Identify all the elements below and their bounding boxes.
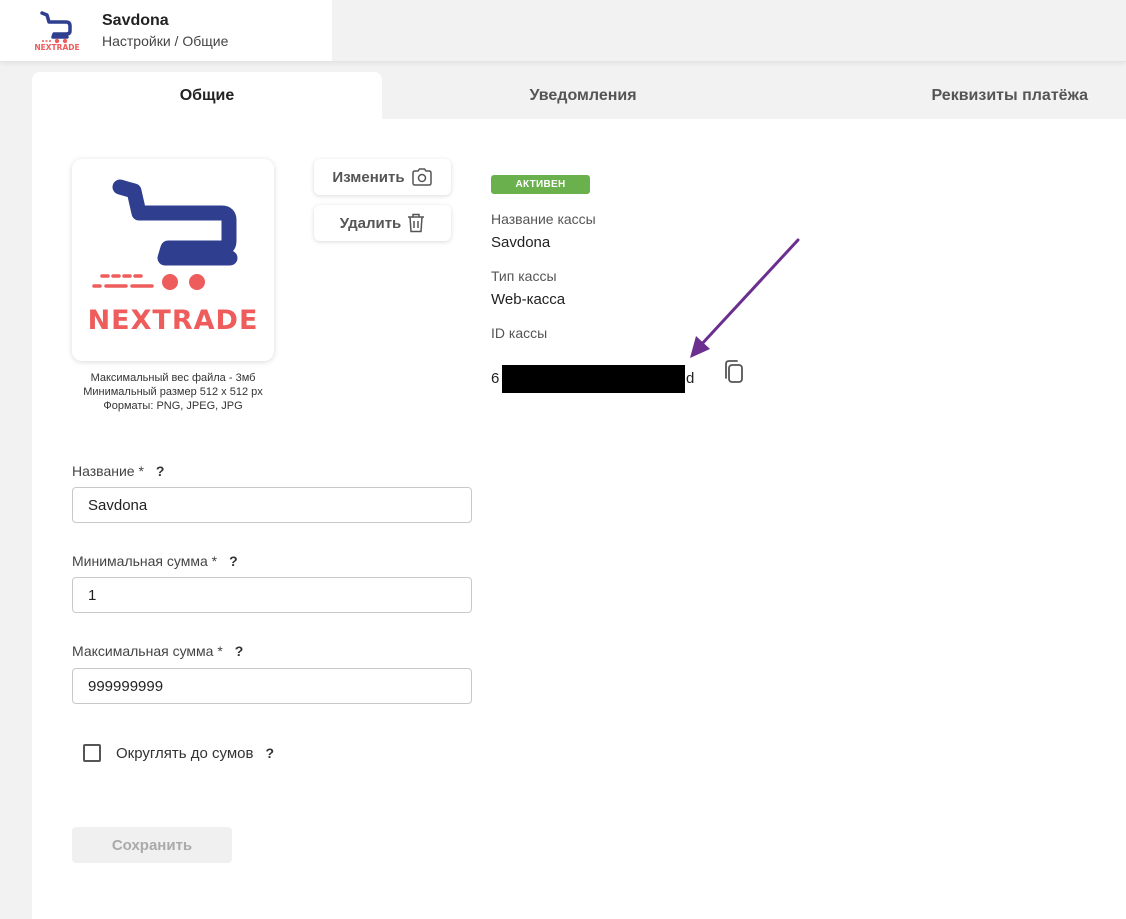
name-input[interactable] bbox=[72, 487, 472, 523]
register-id-value: 6 d bbox=[491, 365, 711, 393]
hint-min-dimensions: Минимальный размер 512 x 512 px bbox=[83, 386, 263, 398]
tab-payment-details[interactable]: Реквизиты платёжа bbox=[784, 72, 1126, 119]
file-requirements: Максимальный вес файла - 3мб Минимальный… bbox=[72, 371, 274, 413]
register-id-end: d bbox=[686, 370, 695, 387]
register-type-value: Web-касса bbox=[491, 291, 566, 308]
tab-notifications[interactable]: Уведомления bbox=[382, 72, 784, 119]
settings-panel: NEXTRADE Максимальный вес файла - 3мб Ми… bbox=[32, 119, 1126, 919]
settings-tabs: Общие Уведомления Реквизиты платёжа bbox=[32, 72, 1126, 119]
min-sum-label-text: Минимальная сумма * bbox=[72, 553, 218, 569]
header-brand-area: NEXTRADE Savdona Настройки / Общие bbox=[0, 0, 332, 61]
round-checkbox[interactable] bbox=[83, 744, 101, 762]
annotation-arrow bbox=[690, 238, 800, 358]
logo-preview: NEXTRADE bbox=[72, 159, 274, 361]
save-button[interactable]: Сохранить bbox=[72, 827, 232, 863]
round-checkbox-label[interactable]: Округлять до сумов bbox=[116, 745, 254, 762]
register-name-label: Название кассы bbox=[491, 211, 596, 227]
min-sum-input[interactable] bbox=[72, 577, 472, 613]
register-name-value: Savdona bbox=[491, 234, 551, 251]
hint-max-size: Максимальный вес файла - 3мб bbox=[90, 372, 256, 384]
register-id-label: ID кассы bbox=[491, 325, 548, 341]
name-help-icon[interactable]: ? bbox=[156, 463, 165, 479]
max-sum-label-text: Максимальная сумма * bbox=[72, 643, 223, 659]
name-field-label: Название *? bbox=[72, 463, 164, 479]
tab-general[interactable]: Общие bbox=[32, 72, 382, 119]
register-id-start: 6 bbox=[491, 370, 500, 387]
logo-brand-text: NEXTRADE bbox=[87, 305, 259, 336]
status-badge: АКТИВЕН bbox=[491, 175, 590, 194]
redaction-block bbox=[502, 365, 685, 393]
svg-text:NEXTRADE: NEXTRADE bbox=[34, 43, 79, 52]
delete-logo-label: Удалить bbox=[339, 214, 402, 232]
min-sum-help-icon[interactable]: ? bbox=[229, 553, 238, 569]
nextrade-logo-icon: NEXTRADE bbox=[34, 11, 80, 52]
top-header: NEXTRADE Savdona Настройки / Общие bbox=[0, 0, 1126, 62]
round-help-icon[interactable]: ? bbox=[266, 745, 275, 761]
min-sum-field-label: Минимальная сумма *? bbox=[72, 553, 238, 569]
name-field-label-text: Название * bbox=[72, 463, 144, 479]
round-option: Округлять до сумов ? bbox=[83, 744, 274, 762]
breadcrumb: Настройки / Общие bbox=[102, 33, 229, 49]
delete-logo-button[interactable]: Удалить bbox=[314, 205, 451, 241]
trash-icon bbox=[408, 213, 425, 233]
register-type-label: Тип кассы bbox=[491, 268, 557, 284]
max-sum-field-label: Максимальная сумма *? bbox=[72, 643, 243, 659]
camera-icon bbox=[411, 168, 432, 186]
max-sum-input[interactable] bbox=[72, 668, 472, 704]
change-logo-button[interactable]: Изменить bbox=[314, 159, 451, 195]
change-logo-label: Изменить bbox=[332, 168, 405, 186]
max-sum-help-icon[interactable]: ? bbox=[235, 643, 244, 659]
hint-formats: Форматы: PNG, JPEG, JPG bbox=[103, 400, 243, 412]
header-title: Savdona bbox=[102, 12, 169, 29]
